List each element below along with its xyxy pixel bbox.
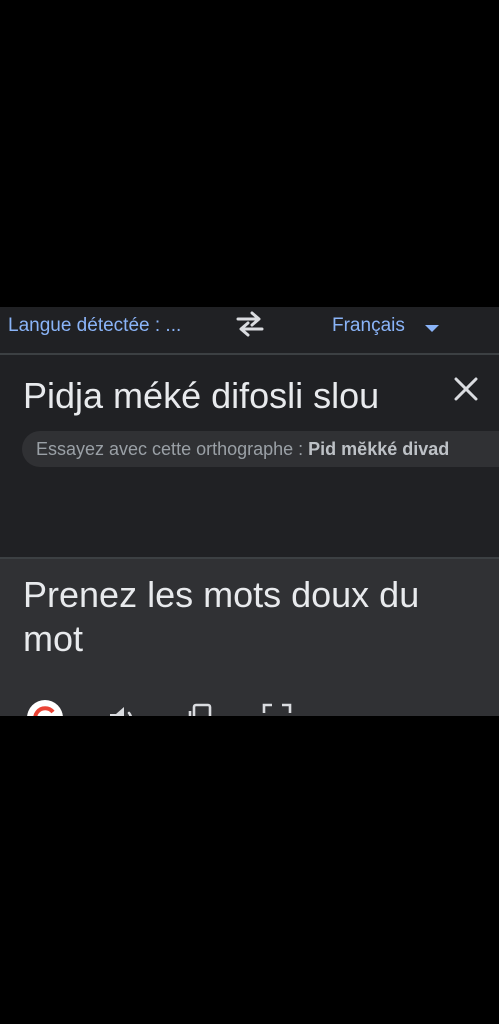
suggestion-text: Pid mĕkké divad [308, 439, 450, 459]
source-panel: Pidja méké difosli slou Essayez avec cet… [0, 355, 499, 587]
source-text[interactable]: Pidja méké difosli slou [23, 375, 379, 417]
translation-text[interactable]: Prenez les mots doux du mot [23, 573, 473, 661]
translation-panel: Prenez les mots doux du mot [0, 557, 499, 716]
suggestion-label: Essayez avec cette orthographe : [36, 439, 304, 459]
source-language-selector[interactable]: Langue détectée : ... [8, 315, 181, 337]
google-logo[interactable] [26, 699, 64, 716]
caret-down-icon[interactable] [425, 325, 439, 332]
target-language-selector[interactable]: Français [332, 315, 405, 337]
swap-arrows-icon[interactable] [234, 309, 266, 339]
fullscreen-icon[interactable] [258, 699, 296, 716]
spelling-suggestion[interactable]: Essayez avec cette orthographe : Pid mĕk… [22, 431, 499, 467]
translate-app: Langue détectée : ... Français Pidja mék… [0, 307, 499, 716]
copy-icon[interactable] [182, 699, 220, 716]
speaker-icon[interactable] [104, 699, 142, 716]
close-icon[interactable] [452, 375, 480, 403]
language-bar: Langue détectée : ... Français [0, 307, 499, 353]
